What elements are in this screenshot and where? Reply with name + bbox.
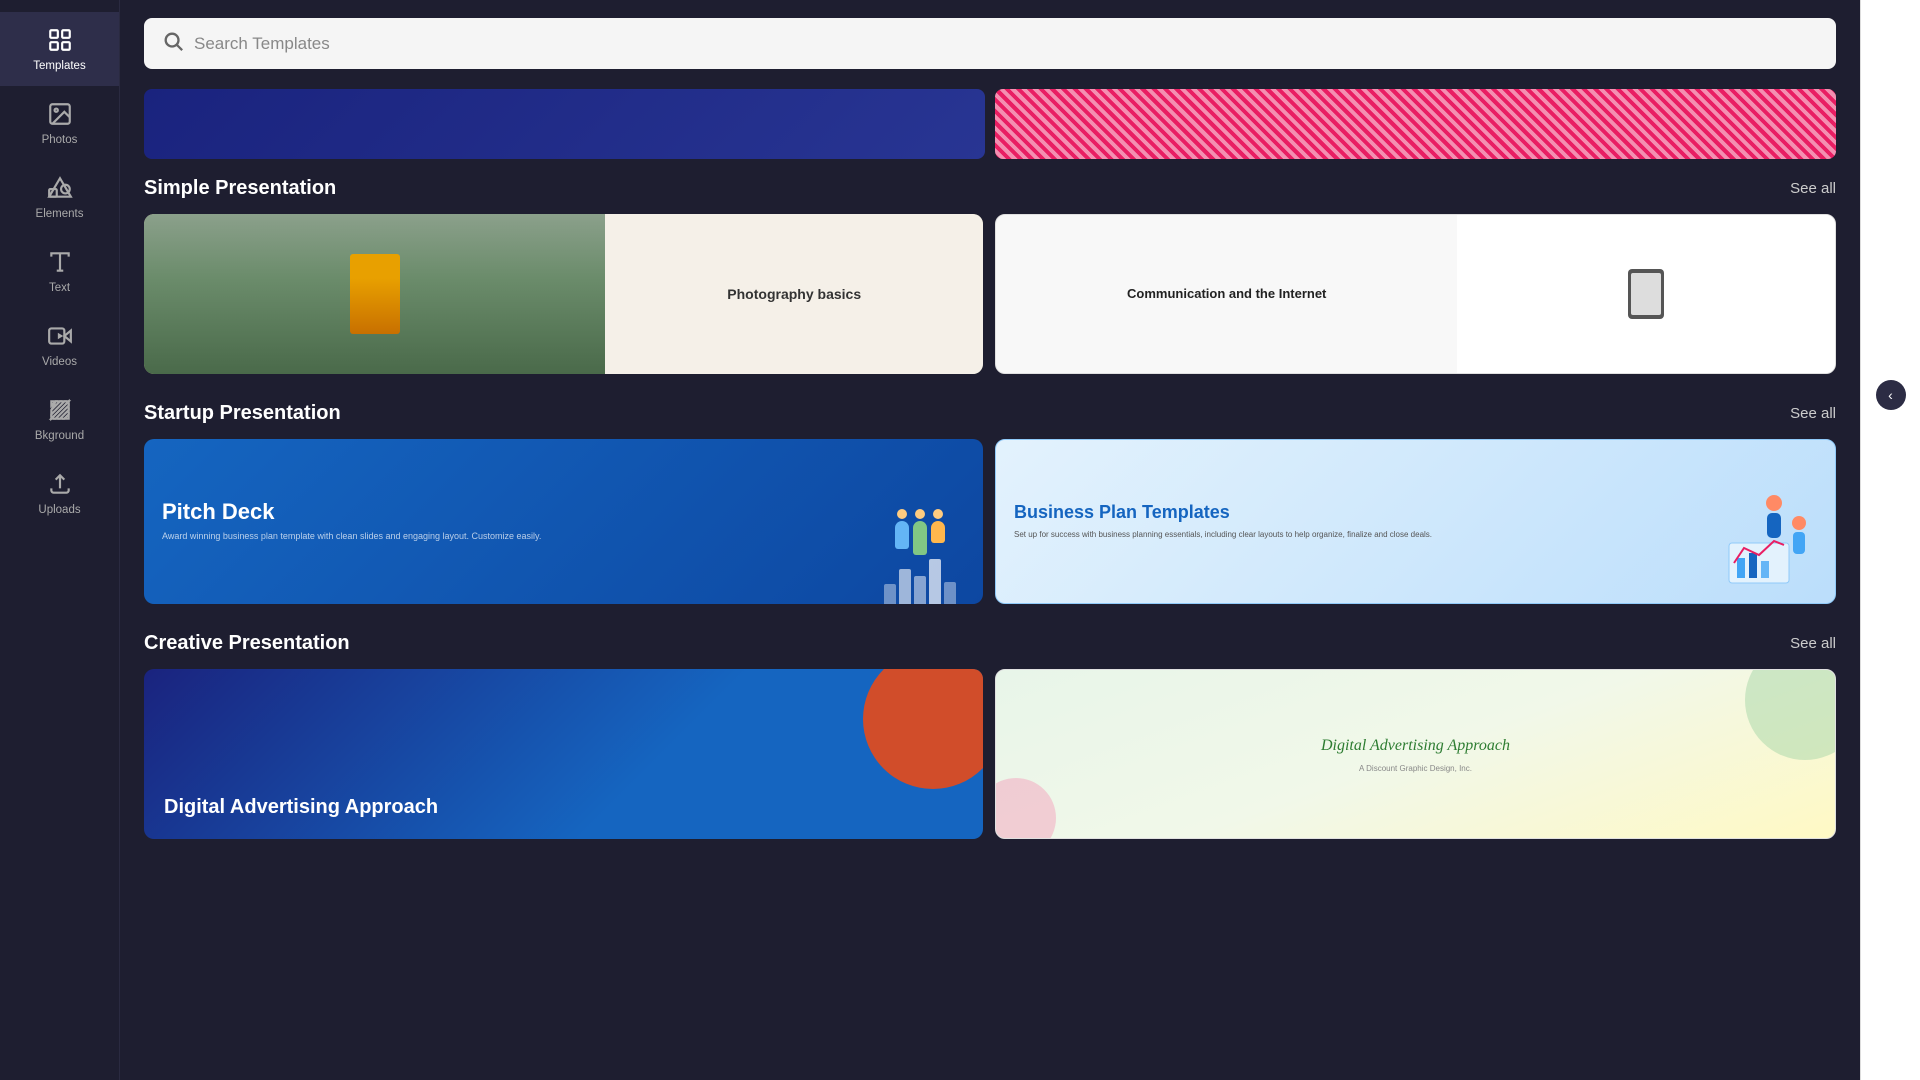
template-card-businessplan[interactable]: Business Plan Templates Set up for succe…	[995, 439, 1836, 604]
template-card-communication[interactable]: Communication and the Internet	[995, 214, 1836, 374]
businessplan-card-title: Business Plan Templates	[1014, 502, 1432, 524]
partial-card-pink[interactable]	[995, 89, 1836, 159]
sidebar-item-photos[interactable]: Photos	[0, 86, 119, 160]
photo-icon	[46, 100, 74, 128]
sidebar-item-text[interactable]: Text	[0, 234, 119, 308]
bplan-text-block: Business Plan Templates Set up for succe…	[1014, 502, 1432, 542]
video-icon	[46, 322, 74, 350]
sidebar-item-label: Bkground	[35, 430, 84, 442]
sidebar-item-label: Templates	[33, 60, 85, 72]
section-title: Simple Presentation	[144, 177, 336, 200]
template-card-photography[interactable]: Photography basics	[144, 214, 983, 374]
digital-light-card-title: Digital Advertising Approach	[1321, 735, 1510, 757]
text-icon	[46, 248, 74, 276]
section-creative-presentation: Creative Presentation See all Digital Ad…	[144, 632, 1836, 839]
see-all-simple-button[interactable]: See all	[1790, 180, 1836, 197]
sidebar: Templates Photos Elements	[0, 0, 120, 1080]
digital-blue-card-title: Digital Advertising Approach	[164, 795, 438, 819]
content-scroll: Simple Presentation See all Photography …	[120, 79, 1860, 1080]
pitchdeck-card-title: Pitch Deck	[162, 500, 541, 524]
sidebar-item-label: Elements	[36, 208, 84, 220]
collapse-panel-button[interactable]: ‹	[1876, 380, 1906, 410]
partial-card-blue[interactable]	[144, 89, 985, 159]
comm-left-panel: Communication and the Internet	[996, 215, 1457, 373]
shapes-icon	[46, 174, 74, 202]
search-icon	[162, 30, 184, 57]
see-all-creative-button[interactable]: See all	[1790, 635, 1836, 652]
digital-light-blob2	[995, 778, 1056, 839]
background-icon	[46, 396, 74, 424]
template-card-digital-blue[interactable]: Digital Advertising Approach	[144, 669, 983, 839]
comm-right-panel	[1457, 215, 1835, 373]
pitch-text-block: Pitch Deck Award winning business plan t…	[162, 500, 541, 543]
search-bar-container	[120, 0, 1860, 79]
template-card-digital-light[interactable]: Digital Advertising Approach A Discount …	[995, 669, 1836, 839]
section-header: Simple Presentation See all	[144, 177, 1836, 200]
comm-device-icon	[1628, 269, 1664, 319]
photo-left-panel	[144, 214, 605, 374]
section-header: Startup Presentation See all	[144, 402, 1836, 425]
sidebar-item-label: Photos	[42, 134, 78, 146]
search-bar	[144, 18, 1836, 69]
sidebar-item-label: Uploads	[38, 504, 80, 516]
search-input[interactable]	[194, 34, 1818, 54]
chevron-left-icon: ‹	[1888, 387, 1893, 403]
photo-figure	[350, 254, 400, 334]
sidebar-item-label: Videos	[42, 356, 77, 368]
right-panel: ‹	[1860, 0, 1920, 1080]
photography-card-title: Photography basics	[727, 286, 861, 303]
section-title: Startup Presentation	[144, 402, 341, 425]
pitchdeck-card-subtitle: Award winning business plan template wit…	[162, 530, 541, 543]
see-all-startup-button[interactable]: See all	[1790, 405, 1836, 422]
section-startup-presentation: Startup Presentation See all Pitch Deck …	[144, 402, 1836, 604]
sidebar-item-uploads[interactable]: Uploads	[0, 456, 119, 530]
cards-row-creative: Digital Advertising Approach Digital Adv…	[144, 669, 1836, 839]
communication-card-title: Communication and the Internet	[1127, 286, 1326, 303]
sidebar-item-videos[interactable]: Videos	[0, 308, 119, 382]
sidebar-item-label: Text	[49, 282, 70, 294]
pitch-illustration	[865, 484, 975, 604]
grid-icon	[46, 26, 74, 54]
businessplan-card-subtitle: Set up for success with business plannin…	[1014, 529, 1432, 541]
sidebar-item-templates[interactable]: Templates	[0, 12, 119, 86]
bplan-illustration	[1709, 473, 1829, 603]
upload-icon	[46, 470, 74, 498]
cards-row-startup: Pitch Deck Award winning business plan t…	[144, 439, 1836, 604]
main-panel: Simple Presentation See all Photography …	[120, 0, 1860, 1080]
section-title: Creative Presentation	[144, 632, 350, 655]
digital-blue-circle	[863, 669, 983, 789]
template-card-pitchdeck[interactable]: Pitch Deck Award winning business plan t…	[144, 439, 983, 604]
digital-light-card-subtitle: A Discount Graphic Design, Inc.	[1321, 764, 1510, 773]
section-header: Creative Presentation See all	[144, 632, 1836, 655]
cards-row-simple: Photography basics Communication and the…	[144, 214, 1836, 374]
sidebar-item-background[interactable]: Bkground	[0, 382, 119, 456]
sidebar-item-elements[interactable]: Elements	[0, 160, 119, 234]
section-simple-presentation: Simple Presentation See all Photography …	[144, 177, 1836, 374]
photo-right-panel: Photography basics	[605, 214, 983, 374]
top-partial-cards	[144, 89, 1836, 159]
digital-light-blob1	[1745, 669, 1836, 760]
